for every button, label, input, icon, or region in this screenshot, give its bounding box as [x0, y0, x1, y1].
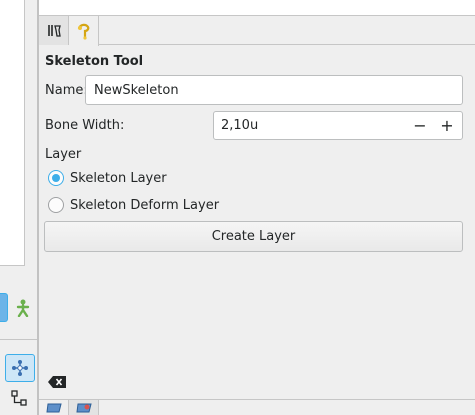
tool-params-icon — [47, 24, 61, 37]
panel-tab-strip — [39, 16, 475, 45]
bottom-tab-canvas[interactable] — [39, 400, 69, 415]
skeleton-tool-icon — [77, 23, 89, 40]
panel-title: Skeleton Tool — [45, 54, 144, 69]
left-tab-active[interactable] — [0, 293, 8, 322]
panel-divider — [37, 0, 39, 415]
create-layer-button[interactable]: Create Layer — [44, 221, 463, 252]
bottom-tab-layers[interactable] — [69, 400, 99, 415]
left-panel-area — [0, 0, 25, 266]
transform-icon — [12, 360, 28, 376]
layers-icon — [75, 403, 92, 413]
skeleton-deform-layer-label[interactable]: Skeleton Deform Layer — [70, 198, 219, 214]
bottom-separator — [39, 399, 475, 400]
tab-skeleton-tool[interactable] — [69, 16, 99, 46]
top-pane — [39, 0, 475, 16]
transform-tool-button[interactable] — [5, 354, 35, 382]
skeleton-deform-layer-radio[interactable] — [48, 197, 64, 213]
layer-section-label: Layer — [45, 147, 82, 162]
increase-button[interactable]: + — [436, 113, 458, 137]
canvas-icon — [45, 403, 62, 413]
bone-width-label: Bone Width: — [45, 118, 125, 133]
backspace-clear-icon[interactable] — [47, 374, 67, 390]
hierarchy-icon[interactable] — [9, 388, 29, 408]
figure-icon[interactable] — [12, 297, 34, 319]
left-separator — [0, 339, 38, 340]
name-input[interactable] — [85, 75, 463, 105]
skeleton-layer-label[interactable]: Skeleton Layer — [70, 171, 167, 187]
tab-tool-params[interactable] — [39, 16, 69, 45]
name-label: Name: — [45, 83, 88, 98]
bone-width-value[interactable]: 2,10u — [221, 118, 258, 134]
decrease-button[interactable]: − — [409, 113, 431, 137]
radio-checked-dot — [52, 174, 60, 182]
